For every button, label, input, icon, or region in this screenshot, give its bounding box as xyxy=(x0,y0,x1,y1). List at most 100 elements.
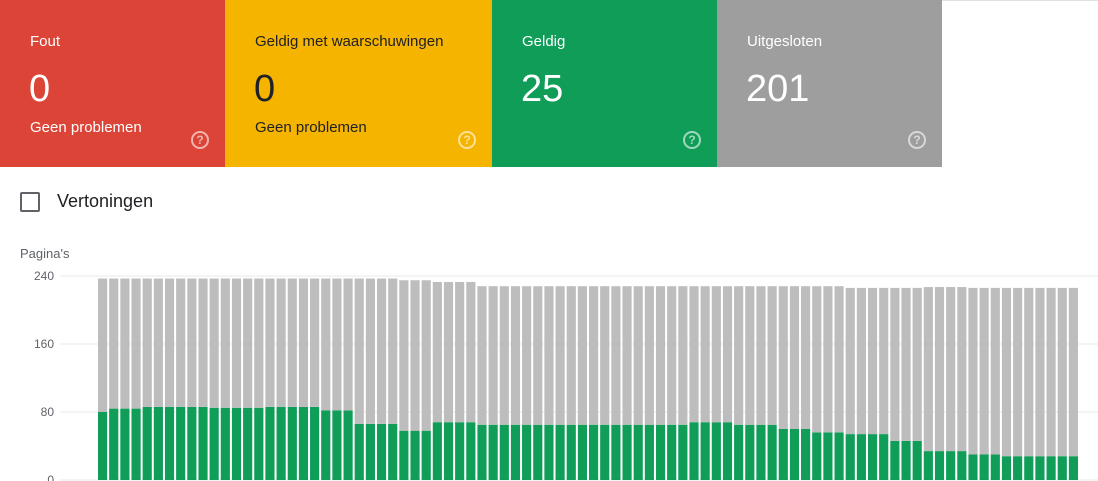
bar-excluded[interactable] xyxy=(678,286,688,425)
bar-valid[interactable] xyxy=(522,424,532,480)
bar-excluded[interactable] xyxy=(589,286,599,425)
bar-valid[interactable] xyxy=(600,424,610,480)
bar-valid[interactable] xyxy=(589,424,599,480)
bar-excluded[interactable] xyxy=(365,278,375,424)
bar-excluded[interactable] xyxy=(399,280,409,431)
bar-valid[interactable] xyxy=(287,406,297,480)
bar-valid[interactable] xyxy=(209,407,219,480)
bar-excluded[interactable] xyxy=(376,278,387,424)
bar-excluded[interactable] xyxy=(801,286,811,429)
bar-excluded[interactable] xyxy=(700,286,710,423)
bar-excluded[interactable] xyxy=(812,286,822,433)
bar-valid[interactable] xyxy=(756,424,766,480)
bar-excluded[interactable] xyxy=(153,278,163,407)
bar-excluded[interactable] xyxy=(879,287,889,435)
bar-valid[interactable] xyxy=(555,424,565,480)
bar-valid[interactable] xyxy=(254,407,264,480)
bar-valid[interactable] xyxy=(823,432,833,480)
bar-valid[interactable] xyxy=(767,424,777,480)
bar-excluded[interactable] xyxy=(443,281,454,423)
bar-excluded[interactable] xyxy=(1046,287,1056,457)
bar-valid[interactable] xyxy=(477,424,487,480)
bar-excluded[interactable] xyxy=(354,278,364,424)
bar-excluded[interactable] xyxy=(767,286,777,425)
bar-excluded[interactable] xyxy=(142,278,152,407)
bar-excluded[interactable] xyxy=(1057,287,1067,457)
bar-valid[interactable] xyxy=(455,422,465,480)
bar-excluded[interactable] xyxy=(220,278,230,408)
bar-valid[interactable] xyxy=(812,432,822,480)
bar-valid[interactable] xyxy=(968,454,978,481)
bar-valid[interactable] xyxy=(801,429,811,480)
bar-excluded[interactable] xyxy=(778,286,788,429)
bar-excluded[interactable] xyxy=(198,278,208,407)
bar-excluded[interactable] xyxy=(611,286,621,425)
bar-valid[interactable] xyxy=(912,440,922,480)
bar-valid[interactable] xyxy=(432,422,442,480)
bar-valid[interactable] xyxy=(700,422,710,480)
bar-valid[interactable] xyxy=(722,422,733,480)
bar-valid[interactable] xyxy=(890,440,900,480)
bar-valid[interactable] xyxy=(332,410,342,480)
bar-excluded[interactable] xyxy=(711,286,721,423)
bar-valid[interactable] xyxy=(310,406,320,480)
bar-valid[interactable] xyxy=(354,423,364,480)
bar-excluded[interactable] xyxy=(544,286,554,425)
bar-excluded[interactable] xyxy=(533,286,543,425)
bar-excluded[interactable] xyxy=(231,278,242,408)
bar-valid[interactable] xyxy=(231,407,242,480)
bar-excluded[interactable] xyxy=(734,286,744,425)
bar-valid[interactable] xyxy=(499,424,509,480)
bar-valid[interactable] xyxy=(655,424,666,480)
card-valid[interactable]: Geldig 25 ? xyxy=(492,0,717,167)
bar-excluded[interactable] xyxy=(265,278,275,407)
bar-excluded[interactable] xyxy=(968,287,978,455)
impressions-toggle[interactable]: Vertoningen xyxy=(20,191,153,212)
bar-excluded[interactable] xyxy=(566,286,576,425)
bar-valid[interactable] xyxy=(711,422,721,480)
bar-valid[interactable] xyxy=(164,406,175,480)
bar-excluded[interactable] xyxy=(600,286,610,425)
bar-excluded[interactable] xyxy=(332,278,342,411)
bar-excluded[interactable] xyxy=(120,278,130,409)
bar-valid[interactable] xyxy=(611,424,621,480)
help-circle-icon[interactable]: ? xyxy=(683,131,701,149)
bar-excluded[interactable] xyxy=(488,286,498,425)
bar-valid[interactable] xyxy=(98,412,108,480)
bar-excluded[interactable] xyxy=(644,286,654,425)
bar-valid[interactable] xyxy=(142,406,152,480)
bar-valid[interactable] xyxy=(298,406,309,480)
bar-excluded[interactable] xyxy=(655,286,666,425)
bar-valid[interactable] xyxy=(1046,456,1056,480)
bar-excluded[interactable] xyxy=(622,286,632,425)
bar-valid[interactable] xyxy=(622,424,632,480)
bar-valid[interactable] xyxy=(265,406,275,480)
bar-excluded[interactable] xyxy=(421,280,431,431)
bar-excluded[interactable] xyxy=(901,287,911,441)
bar-valid[interactable] xyxy=(990,454,1000,481)
bar-excluded[interactable] xyxy=(667,286,677,425)
bar-excluded[interactable] xyxy=(745,286,755,425)
bar-valid[interactable] xyxy=(644,424,654,480)
bar-valid[interactable] xyxy=(789,429,800,480)
bar-valid[interactable] xyxy=(946,451,956,480)
bar-valid[interactable] xyxy=(867,434,878,480)
bar-valid[interactable] xyxy=(879,434,889,480)
bar-valid[interactable] xyxy=(198,406,208,480)
bar-excluded[interactable] xyxy=(254,278,264,408)
bar-valid[interactable] xyxy=(934,451,945,480)
checkbox[interactable] xyxy=(20,191,40,212)
bar-excluded[interactable] xyxy=(834,286,844,433)
bar-valid[interactable] xyxy=(220,407,230,480)
card-excluded[interactable]: Uitgesloten 201 ? xyxy=(717,0,942,167)
bar-excluded[interactable] xyxy=(176,278,186,407)
bar-excluded[interactable] xyxy=(109,278,119,409)
bar-excluded[interactable] xyxy=(510,286,521,425)
bar-valid[interactable] xyxy=(533,424,543,480)
bar-valid[interactable] xyxy=(187,406,197,480)
bar-valid[interactable] xyxy=(856,434,866,480)
bar-excluded[interactable] xyxy=(131,278,141,409)
bar-excluded[interactable] xyxy=(934,287,945,452)
bar-excluded[interactable] xyxy=(310,278,320,407)
card-warnings[interactable]: Geldig met waarschuwingen 0 Geen problem… xyxy=(225,0,492,167)
